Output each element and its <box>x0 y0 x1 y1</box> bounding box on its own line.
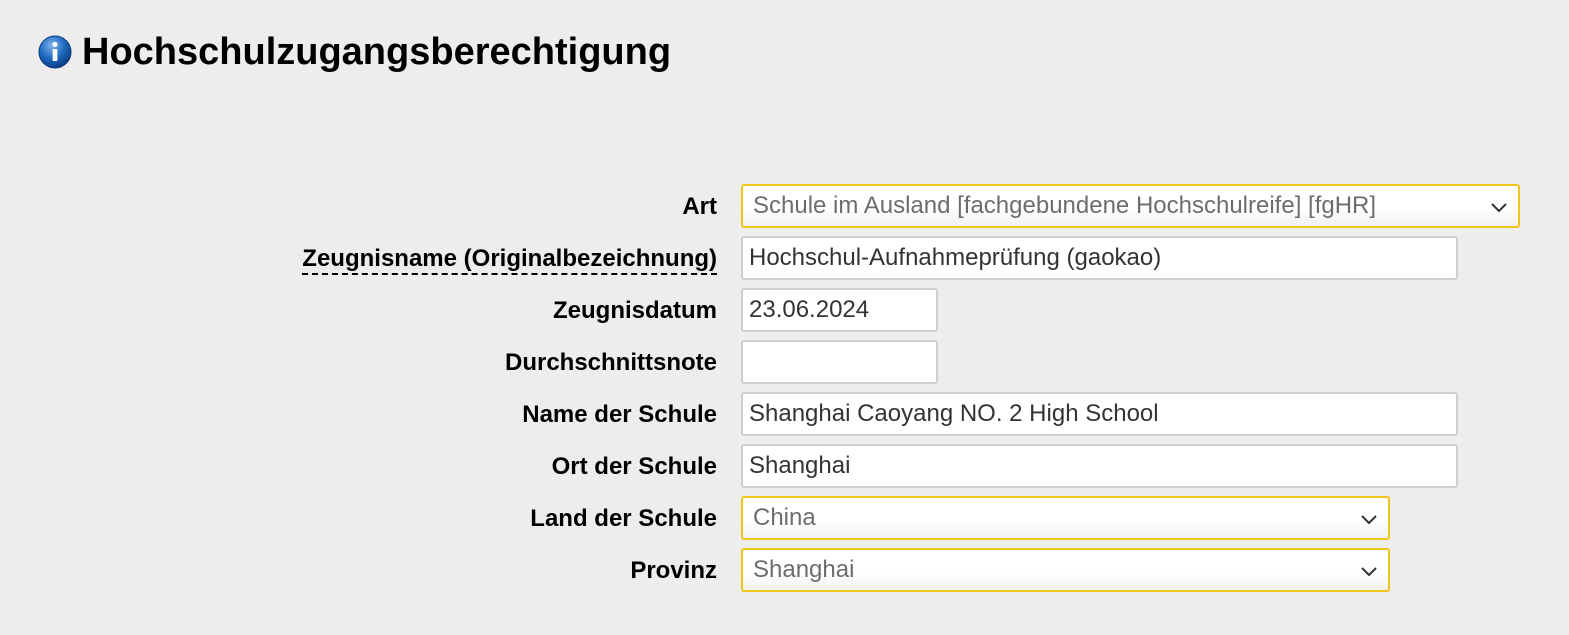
zeugnisname-label[interactable]: Zeugnisname (Originalbezeichnung) <box>302 236 717 280</box>
info-icon[interactable] <box>38 35 72 69</box>
section-heading: Hochschulzugangsberechtigung <box>38 30 671 74</box>
land-schule-select-value: China <box>753 504 816 531</box>
provinz-select-value: Shanghai <box>753 556 855 583</box>
name-schule-label: Name der Schule <box>522 401 717 428</box>
name-schule-input[interactable]: Shanghai Caoyang NO. 2 High School <box>741 392 1458 436</box>
form-row-zeugnisname: Zeugnisname (Originalbezeichnung) Hochsc… <box>0 236 1569 280</box>
form-row-name-schule: Name der Schule Shanghai Caoyang NO. 2 H… <box>0 392 1569 436</box>
form-row-ort-schule: Ort der Schule Shanghai <box>0 444 1569 488</box>
zeugnisdatum-input[interactable]: 23.06.2024 <box>741 288 938 332</box>
land-schule-label: Land der Schule <box>530 505 717 532</box>
art-select[interactable]: Schule im Ausland [fachgebundene Hochsch… <box>741 184 1520 228</box>
form-row-zeugnisdatum: Zeugnisdatum 23.06.2024 <box>0 288 1569 332</box>
zeugnisname-label-text: Zeugnisname (Originalbezeichnung) <box>302 245 717 275</box>
chevron-down-icon <box>1361 567 1377 577</box>
form-row-art: Art Schule im Ausland [fachgebundene Hoc… <box>0 184 1569 228</box>
durchschnittsnote-label: Durchschnittsnote <box>504 349 717 376</box>
art-select-value: Schule im Ausland [fachgebundene Hochsch… <box>753 192 1377 219</box>
art-label: Art <box>682 193 717 220</box>
land-schule-select[interactable]: China <box>741 496 1390 540</box>
ort-schule-input[interactable]: Shanghai <box>741 444 1458 488</box>
form-row-land-schule: Land der Schule China <box>0 496 1569 540</box>
chevron-down-icon <box>1491 203 1507 213</box>
page: Hochschulzugangsberechtigung Art Schule … <box>0 0 1569 635</box>
zeugnisname-input[interactable]: Hochschul-Aufnahmeprüfung (gaokao) <box>741 236 1458 280</box>
form-row-durchschnittsnote: Durchschnittsnote <box>0 340 1569 384</box>
durchschnittsnote-input[interactable] <box>741 340 938 384</box>
ort-schule-label: Ort der Schule <box>551 453 717 480</box>
form-row-provinz: Provinz Shanghai <box>0 548 1569 592</box>
zeugnisdatum-label: Zeugnisdatum <box>552 297 717 324</box>
chevron-down-icon <box>1361 515 1377 525</box>
page-title: Hochschulzugangsberechtigung <box>82 31 672 73</box>
provinz-label: Provinz <box>630 557 717 584</box>
provinz-select[interactable]: Shanghai <box>741 548 1390 592</box>
